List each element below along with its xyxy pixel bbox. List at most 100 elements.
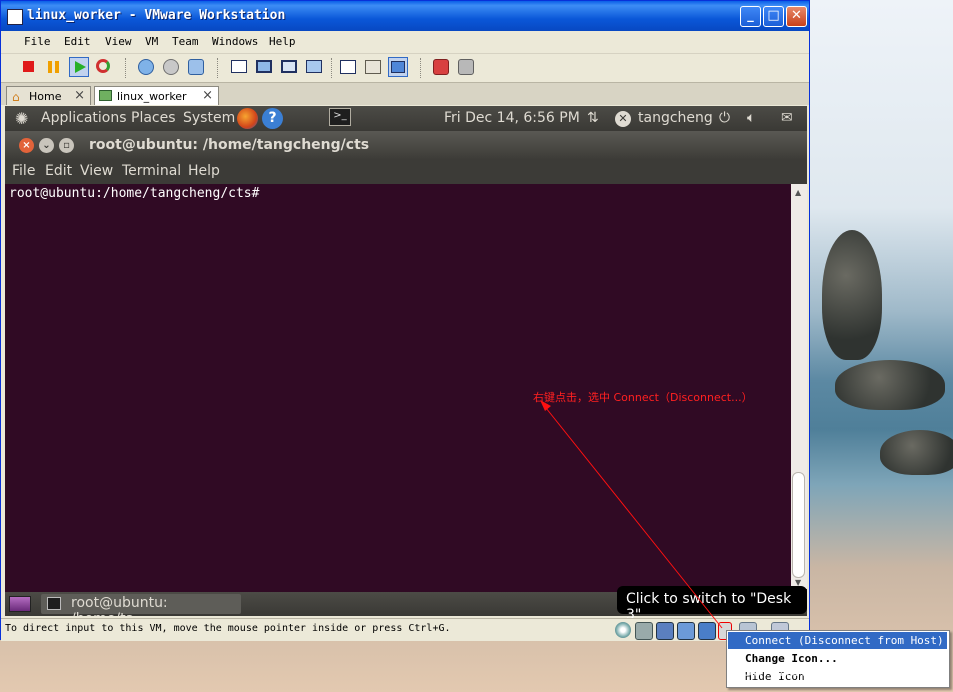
maximize-window-icon[interactable]: ▫ xyxy=(59,138,74,153)
close-tab-icon[interactable]: × xyxy=(202,88,213,103)
tab-label: linux_worker xyxy=(117,90,187,103)
fullscreen-button[interactable] xyxy=(254,57,274,77)
status-bar: To direct input to this VM, move the mou… xyxy=(1,618,809,641)
taskbar-item-label: root@ubuntu: /home/ta... xyxy=(71,595,168,616)
terminal-launcher-icon[interactable]: >_ xyxy=(329,108,351,126)
snapshot-button[interactable] xyxy=(136,57,156,77)
power-on-button[interactable] xyxy=(69,57,89,77)
clone-vm-button[interactable] xyxy=(456,57,476,77)
snapshot-manager-button[interactable] xyxy=(186,57,206,77)
user-status-icon[interactable]: ✕ xyxy=(615,111,631,127)
sidebar-toggle-button[interactable] xyxy=(229,57,249,77)
floppy-device-icon[interactable] xyxy=(656,622,674,640)
menu-bar: File Edit View VM Team Windows Help xyxy=(1,31,809,54)
maximize-button[interactable]: □ xyxy=(763,6,784,27)
close-button[interactable]: ✕ xyxy=(786,6,807,27)
menu-applications[interactable]: Applications xyxy=(41,110,127,126)
menu-edit[interactable]: Edit xyxy=(64,35,91,48)
scroll-up-icon[interactable]: ▲ xyxy=(795,188,801,197)
context-menu-connect[interactable]: Connect (Disconnect from Host) xyxy=(728,632,947,649)
console-icon xyxy=(340,60,356,74)
settings-icon xyxy=(433,59,449,75)
tab-linux-worker[interactable]: linux_worker × xyxy=(94,86,219,105)
snapshot-icon xyxy=(138,59,154,75)
shell-prompt: root@ubuntu:/home/tangcheng/cts# xyxy=(9,186,260,201)
user-name[interactable]: tangcheng xyxy=(638,110,713,126)
terminal-menu-help[interactable]: Help xyxy=(188,163,220,179)
terminal-output[interactable]: root@ubuntu:/home/tangcheng/cts# xyxy=(5,184,791,589)
quick-switch-button[interactable] xyxy=(279,57,299,77)
vmware-window: linux_worker - VMware Workstation _ □ ✕ … xyxy=(0,0,810,641)
toolbar xyxy=(1,54,809,83)
desktop-background xyxy=(810,0,953,692)
menu-vm[interactable]: VM xyxy=(145,35,158,48)
hard-disk-device-icon[interactable] xyxy=(635,622,653,640)
firefox-icon[interactable] xyxy=(237,108,258,129)
help-icon[interactable]: ? xyxy=(262,108,283,129)
mail-icon[interactable]: ✉ xyxy=(781,110,793,126)
network-adapter-icon[interactable] xyxy=(677,622,695,640)
tab-home[interactable]: ⌂ Home × xyxy=(6,86,91,105)
power-off-button[interactable] xyxy=(19,57,39,77)
stop-icon xyxy=(23,61,34,72)
close-window-icon[interactable]: × xyxy=(19,138,34,153)
power-icon[interactable]: ⏻ xyxy=(719,110,730,126)
unity-icon xyxy=(391,61,405,73)
home-icon: ⌂ xyxy=(12,90,20,104)
summary-view-button[interactable] xyxy=(304,57,324,77)
title-bar[interactable]: linux_worker - VMware Workstation _ □ ✕ xyxy=(1,1,809,31)
menu-windows[interactable]: Windows xyxy=(212,35,258,48)
menu-help[interactable]: Help xyxy=(269,35,296,48)
menu-view[interactable]: View xyxy=(105,35,132,48)
gnome-top-panel: ✺ Applications Places System ? >_ Fri De… xyxy=(5,106,807,131)
watermark: csdn.net/tangcheng_ok xyxy=(734,661,933,681)
terminal-menu-view[interactable]: View xyxy=(80,163,113,179)
snapshot-manager-icon xyxy=(188,59,204,75)
reset-icon xyxy=(96,59,110,73)
terminal-scrollbar[interactable]: ▲ ▼ xyxy=(791,184,807,589)
rock-image xyxy=(822,230,882,360)
ubuntu-logo-icon[interactable]: ✺ xyxy=(15,109,28,128)
appliance-view-button[interactable] xyxy=(363,57,383,77)
sidebar-icon xyxy=(231,60,247,73)
volume-icon[interactable]: 🔈︎ xyxy=(747,110,755,126)
unity-view-button[interactable] xyxy=(388,57,408,77)
fullscreen-icon xyxy=(256,60,272,73)
close-tab-icon[interactable]: × xyxy=(74,88,85,103)
vm-icon xyxy=(99,90,112,101)
menu-file[interactable]: File xyxy=(24,35,51,48)
vm-settings-button[interactable] xyxy=(431,57,451,77)
minimize-button[interactable]: _ xyxy=(740,6,761,27)
appliance-icon xyxy=(365,60,381,74)
suspend-button[interactable] xyxy=(44,57,64,77)
quick-switch-icon xyxy=(281,60,297,73)
menu-system[interactable]: System xyxy=(183,110,235,126)
terminal-icon xyxy=(47,597,61,610)
terminal-menu-edit[interactable]: Edit xyxy=(45,163,72,179)
console-view-button[interactable] xyxy=(338,57,358,77)
show-desktop-icon[interactable] xyxy=(9,596,31,612)
cdrom-device-icon[interactable] xyxy=(615,622,631,638)
tab-label: Home xyxy=(29,90,62,103)
minimize-window-icon[interactable]: ⌄ xyxy=(39,138,54,153)
network-icon[interactable]: ⇅ xyxy=(587,110,599,126)
terminal-title: root@ubuntu: /home/tangcheng/cts xyxy=(89,137,370,153)
tab-bar: ⌂ Home × linux_worker × xyxy=(1,83,809,105)
vm-display[interactable]: ✺ Applications Places System ? >_ Fri De… xyxy=(5,106,807,616)
revert-snapshot-button[interactable] xyxy=(161,57,181,77)
usb-device-icon[interactable] xyxy=(698,622,716,640)
terminal-title-bar[interactable]: × ⌄ ▫ root@ubuntu: /home/tangcheng/cts xyxy=(5,131,807,159)
play-icon xyxy=(75,61,86,73)
taskbar-item-terminal[interactable]: root@ubuntu: /home/ta... xyxy=(41,594,241,616)
scrollbar-thumb[interactable] xyxy=(792,472,805,578)
window-title: linux_worker - VMware Workstation xyxy=(27,8,286,23)
menu-places[interactable]: Places xyxy=(131,110,176,126)
vmware-app-icon[interactable] xyxy=(7,9,23,25)
terminal-menu-file[interactable]: File xyxy=(12,163,35,179)
terminal-menu-terminal[interactable]: Terminal xyxy=(122,163,181,179)
menu-team[interactable]: Team xyxy=(172,35,199,48)
rock-image xyxy=(880,430,953,475)
workspace-tooltip: Click to switch to "Desk 3" xyxy=(617,586,807,623)
clock[interactable]: Fri Dec 14, 6:56 PM xyxy=(444,110,580,126)
reset-button[interactable] xyxy=(94,57,114,77)
